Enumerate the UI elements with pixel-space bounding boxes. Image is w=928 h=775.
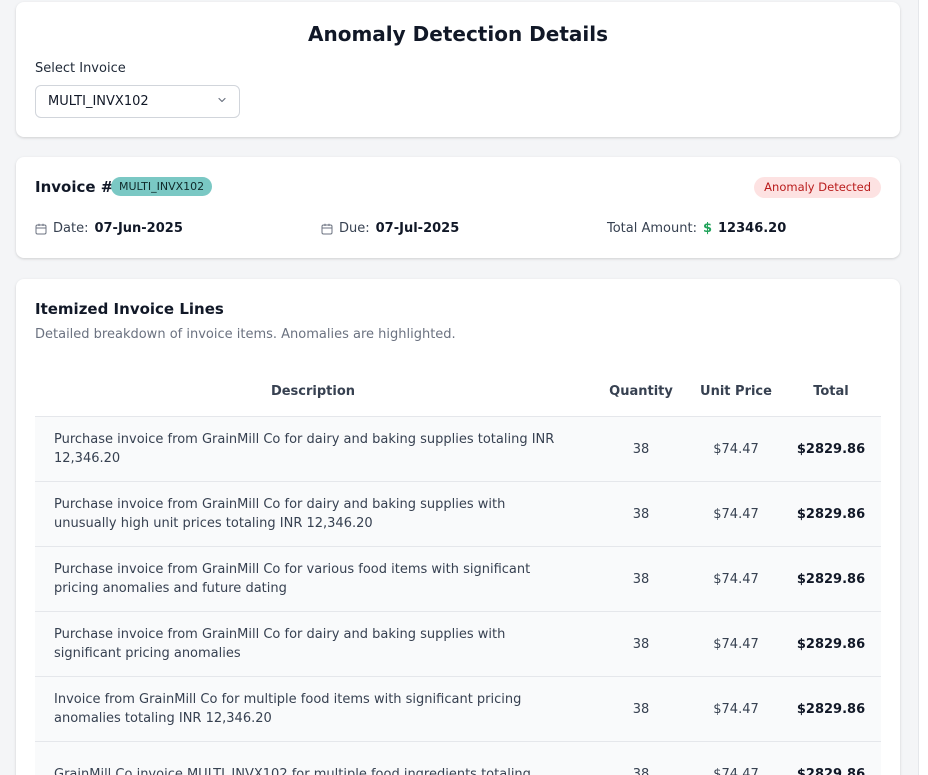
invoice-select[interactable]: MULTI_INVX102 <box>35 85 240 118</box>
select-invoice-card: Anomaly Detection Details Select Invoice… <box>16 2 900 137</box>
table-header: Description Quantity Unit Price Total <box>35 367 881 417</box>
invoice-select-value: MULTI_INVX102 <box>48 94 149 109</box>
column-header-unit-price: Unit Price <box>700 384 772 399</box>
row-unit-price: $74.47 <box>713 766 759 775</box>
column-header-total: Total <box>813 384 849 399</box>
select-invoice-label: Select Invoice <box>35 61 126 76</box>
row-quantity: 38 <box>632 636 650 652</box>
anomaly-status-badge: Anomaly Detected <box>754 177 881 198</box>
row-unit-price: $74.47 <box>713 506 759 522</box>
total-amount-label: Total Amount: <box>607 221 697 236</box>
row-description: Invoice from GrainMill Co for multiple f… <box>54 692 522 726</box>
invoice-number-label: Invoice # <box>35 178 114 196</box>
due-value: 07-Jul-2025 <box>375 221 460 236</box>
date-value: 07-Jun-2025 <box>94 221 183 236</box>
row-unit-price: $74.47 <box>713 636 759 652</box>
due-label: Due: <box>339 221 370 236</box>
row-unit-price: $74.47 <box>713 571 759 587</box>
row-description: Purchase invoice from GrainMill Co for d… <box>54 627 506 661</box>
row-total: $2829.86 <box>796 701 866 717</box>
row-quantity: 38 <box>632 701 650 717</box>
page-title: Anomaly Detection Details <box>308 22 608 46</box>
dollar-icon: $ <box>702 221 713 236</box>
row-total: $2829.86 <box>796 441 866 457</box>
table-row: Purchase invoice from GrainMill Co for d… <box>35 612 881 677</box>
column-header-description: Description <box>270 384 356 399</box>
invoice-date: Date: 07-Jun-2025 <box>35 221 183 236</box>
row-description: Purchase invoice from GrainMill Co for d… <box>54 432 555 466</box>
row-total: $2829.86 <box>796 766 866 775</box>
invoice-due-date: Due: 07-Jul-2025 <box>321 221 459 236</box>
chevron-down-icon <box>218 97 226 103</box>
row-unit-price: $74.47 <box>713 701 759 717</box>
invoice-total: Total Amount: $ 12346.20 <box>607 221 786 236</box>
row-quantity: 38 <box>632 571 650 587</box>
row-quantity: 38 <box>632 441 650 457</box>
calendar-icon <box>35 223 47 234</box>
itemized-lines-subtitle: Detailed breakdown of invoice items. Ano… <box>35 327 456 342</box>
invoice-number-badge: MULTI_INVX102 <box>111 177 213 196</box>
table-row: Purchase invoice from GrainMill Co for v… <box>35 547 881 612</box>
date-label: Date: <box>53 221 89 236</box>
row-quantity: 38 <box>632 766 650 775</box>
table-row: Invoice from GrainMill Co for multiple f… <box>35 677 881 742</box>
itemized-lines-title: Itemized Invoice Lines <box>35 300 224 318</box>
row-description: Purchase invoice from GrainMill Co for d… <box>54 497 506 531</box>
row-description: Purchase invoice from GrainMill Co for v… <box>54 562 531 596</box>
page-scrollbar[interactable] <box>918 0 928 775</box>
row-unit-price: $74.47 <box>713 441 759 457</box>
row-total: $2829.86 <box>796 636 866 652</box>
total-amount-value: 12346.20 <box>718 221 787 236</box>
table-row: Purchase invoice from GrainMill Co for d… <box>35 482 881 547</box>
row-description: GrainMill Co invoice MULTI_INVX102 for m… <box>54 766 531 775</box>
table-row: GrainMill Co invoice MULTI_INVX102 for m… <box>35 742 881 775</box>
itemized-lines-card: Itemized Invoice Lines Detailed breakdow… <box>16 279 900 775</box>
row-total: $2829.86 <box>796 506 866 522</box>
calendar-icon <box>321 223 333 234</box>
invoice-summary-card: Invoice # MULTI_INVX102 Anomaly Detected… <box>16 157 900 258</box>
table-row: Purchase invoice from GrainMill Co for d… <box>35 417 881 482</box>
invoice-lines-table: Description Quantity Unit Price Total Pu… <box>35 367 881 775</box>
row-quantity: 38 <box>632 506 650 522</box>
column-header-quantity: Quantity <box>609 384 673 399</box>
row-total: $2829.86 <box>796 571 866 587</box>
